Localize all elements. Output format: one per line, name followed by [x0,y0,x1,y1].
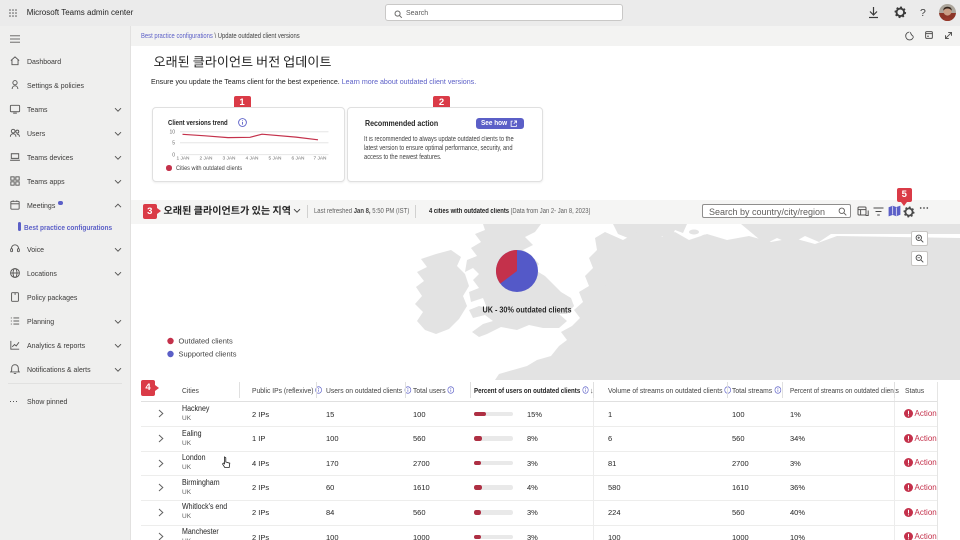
svg-text:1 JAN: 1 JAN [176,156,190,162]
svg-text:UK - 30% outdated clients: UK - 30% outdated clients [483,306,572,315]
svg-text:0: 0 [172,153,175,159]
svg-text:2 JAN: 2 JAN [199,156,213,162]
svg-text:Outdated clients: Outdated clients [179,337,233,346]
svg-text:10: 10 [169,130,175,136]
svg-text:7 JAN: 7 JAN [313,156,327,162]
svg-text:5: 5 [172,141,175,147]
svg-text:4 JAN: 4 JAN [245,156,259,162]
svg-text:5 JAN: 5 JAN [268,156,282,162]
svg-text:6 JAN: 6 JAN [291,156,305,162]
svg-text:Supported clients: Supported clients [179,350,237,359]
svg-text:3 JAN: 3 JAN [222,156,236,162]
